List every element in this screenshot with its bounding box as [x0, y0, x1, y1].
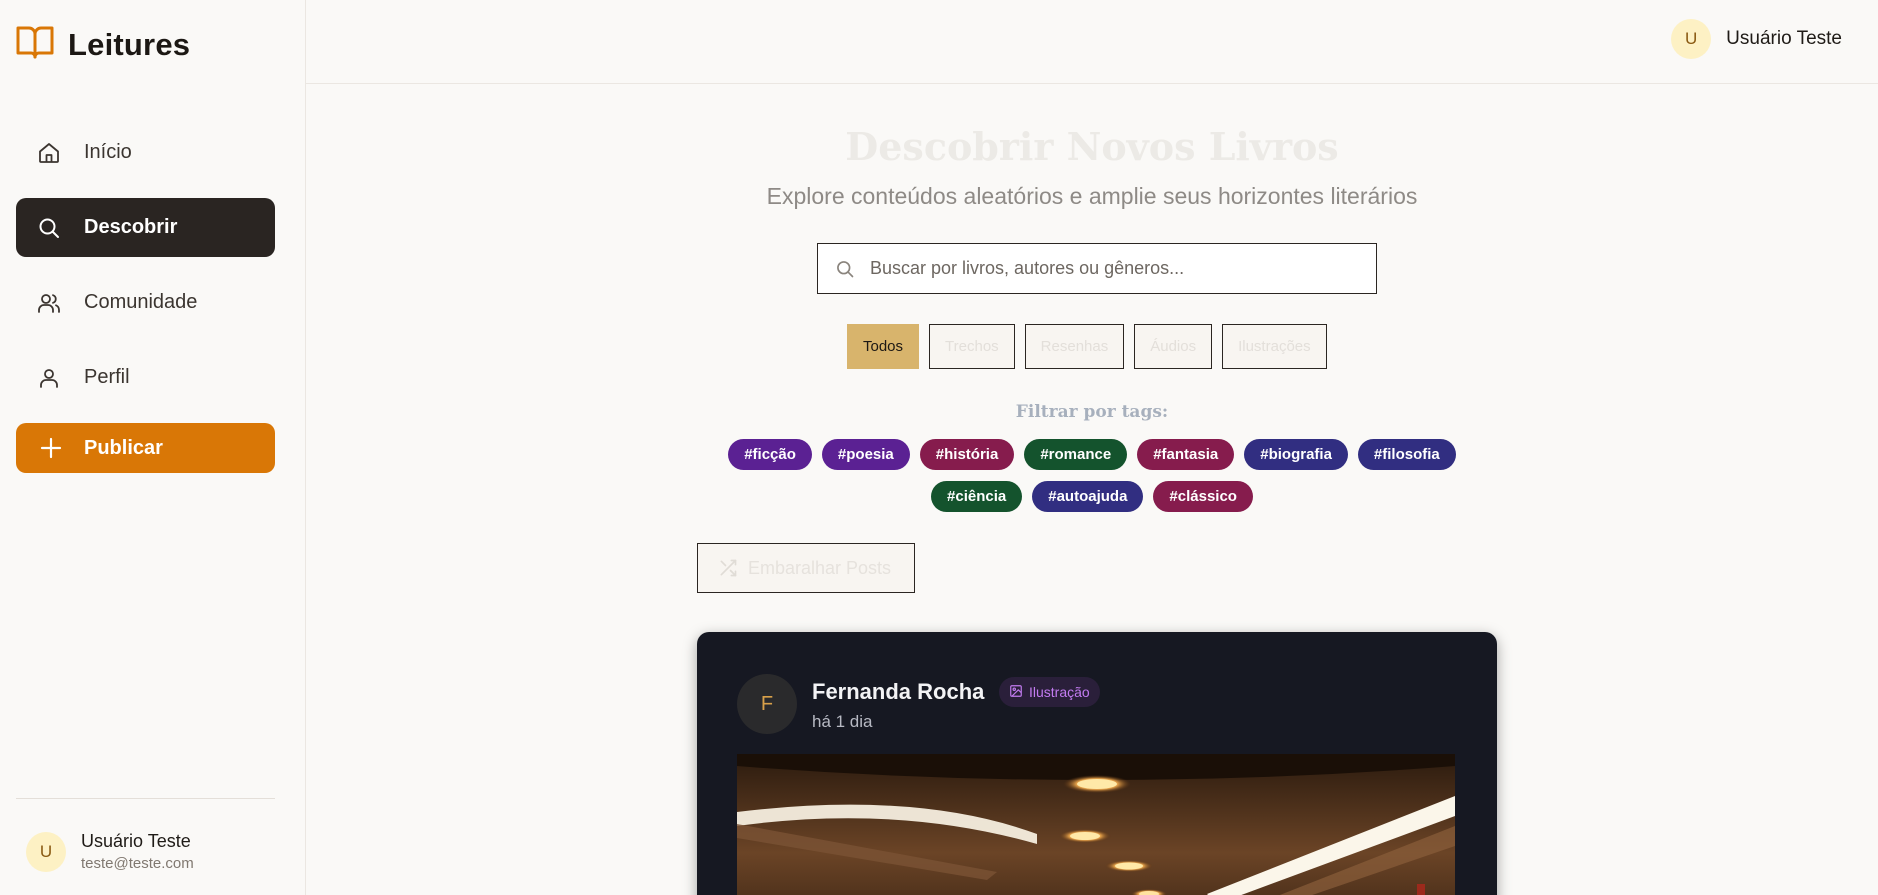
- user-icon: [36, 365, 62, 391]
- post-author-name[interactable]: Fernanda Rocha: [812, 679, 984, 705]
- sidebar-item-descobrir[interactable]: Descobrir: [16, 198, 275, 257]
- tag-chip-filosofia[interactable]: #filosofia: [1357, 439, 1456, 470]
- post-timestamp: há 1 dia: [812, 712, 873, 731]
- tag-chip-romance[interactable]: #romance: [1024, 439, 1128, 470]
- app-name: Leitures: [68, 26, 191, 62]
- plus-icon: [38, 435, 64, 461]
- users-icon: [36, 290, 62, 316]
- avatar[interactable]: F: [737, 674, 797, 734]
- tag-chip-ficcao[interactable]: #ficção: [728, 439, 812, 470]
- sidebar-item-inicio[interactable]: Início: [16, 123, 275, 182]
- shuffle-label: Embaralhar Posts: [748, 557, 892, 578]
- post-type-label: Ilustração: [1029, 684, 1090, 700]
- sidebar-user-card[interactable]: U Usuário Teste teste@teste.com: [26, 831, 194, 872]
- tab-todos[interactable]: Todos: [847, 324, 920, 369]
- app-logo[interactable]: Leitures: [16, 24, 190, 65]
- tag-row-1: #ficção #poesia #história #romance #fant…: [306, 439, 1878, 470]
- search-box[interactable]: [817, 243, 1377, 294]
- search-input[interactable]: [870, 258, 1350, 279]
- shuffle-icon: [718, 558, 738, 578]
- sidebar-nav: Início Descobrir Comunidade Perfil: [16, 123, 275, 423]
- sidebar-item-label: Início: [84, 141, 132, 163]
- tag-chip-poesia[interactable]: #poesia: [821, 439, 910, 470]
- search-icon: [36, 215, 62, 241]
- tab-audios[interactable]: Áudios: [1134, 324, 1213, 369]
- sidebar-item-perfil[interactable]: Perfil: [16, 348, 275, 407]
- divider: [16, 798, 275, 799]
- topbar-user-menu[interactable]: U Usuário Teste: [1671, 19, 1842, 59]
- tab-trechos[interactable]: Trechos: [929, 324, 1015, 369]
- book-icon: [16, 24, 54, 65]
- tag-chip-historia[interactable]: #história: [919, 439, 1015, 470]
- tag-chip-fantasia[interactable]: #fantasia: [1137, 439, 1235, 470]
- publish-label: Publicar: [84, 436, 163, 459]
- tag-row-2: #ciência #autoajuda #clássico: [306, 481, 1878, 512]
- tag-chip-ciencia[interactable]: #ciência: [931, 481, 1023, 512]
- home-icon: [36, 140, 62, 166]
- tag-chip-autoajuda[interactable]: #autoajuda: [1032, 481, 1144, 512]
- sidebar: Leitures Início Descobrir Comunidade Per…: [0, 0, 306, 895]
- sidebar-item-label: Descobrir: [84, 216, 178, 238]
- page-title: Descobrir Novos Livros: [845, 124, 1339, 169]
- sidebar-item-label: Comunidade: [84, 291, 198, 313]
- search-icon: [834, 258, 856, 280]
- avatar: U: [1671, 19, 1712, 59]
- user-name: Usuário Teste: [81, 831, 191, 851]
- tag-chip-biografia[interactable]: #biografia: [1244, 439, 1348, 470]
- post-illustration-image[interactable]: [737, 754, 1455, 895]
- image-icon: [1009, 684, 1023, 701]
- sidebar-item-comunidade[interactable]: Comunidade: [16, 273, 275, 332]
- post-type-badge: Ilustração: [999, 677, 1100, 707]
- tags-filter-title: Filtrar por tags:: [1015, 402, 1169, 422]
- tag-chip-classico[interactable]: #clássico: [1153, 481, 1253, 512]
- post-card[interactable]: F Fernanda Rocha Ilustração há 1 dia: [697, 632, 1497, 895]
- user-name: Usuário Teste: [1726, 28, 1842, 49]
- publish-button[interactable]: Publicar: [16, 423, 275, 473]
- sidebar-item-label: Perfil: [84, 366, 130, 388]
- tab-ilustracoes[interactable]: Ilustrações: [1222, 324, 1327, 369]
- avatar: U: [26, 831, 66, 872]
- tab-resenhas[interactable]: Resenhas: [1024, 324, 1125, 369]
- page-subtitle: Explore conteúdos aleatórios e amplie se…: [766, 183, 1418, 209]
- topbar: U Usuário Teste: [306, 0, 1878, 84]
- content-filter-tabs: Todos Trechos Resenhas Áudios Ilustraçõe…: [847, 324, 1327, 369]
- shuffle-posts-button[interactable]: Embaralhar Posts: [697, 543, 915, 593]
- user-email: teste@teste.com: [81, 855, 194, 872]
